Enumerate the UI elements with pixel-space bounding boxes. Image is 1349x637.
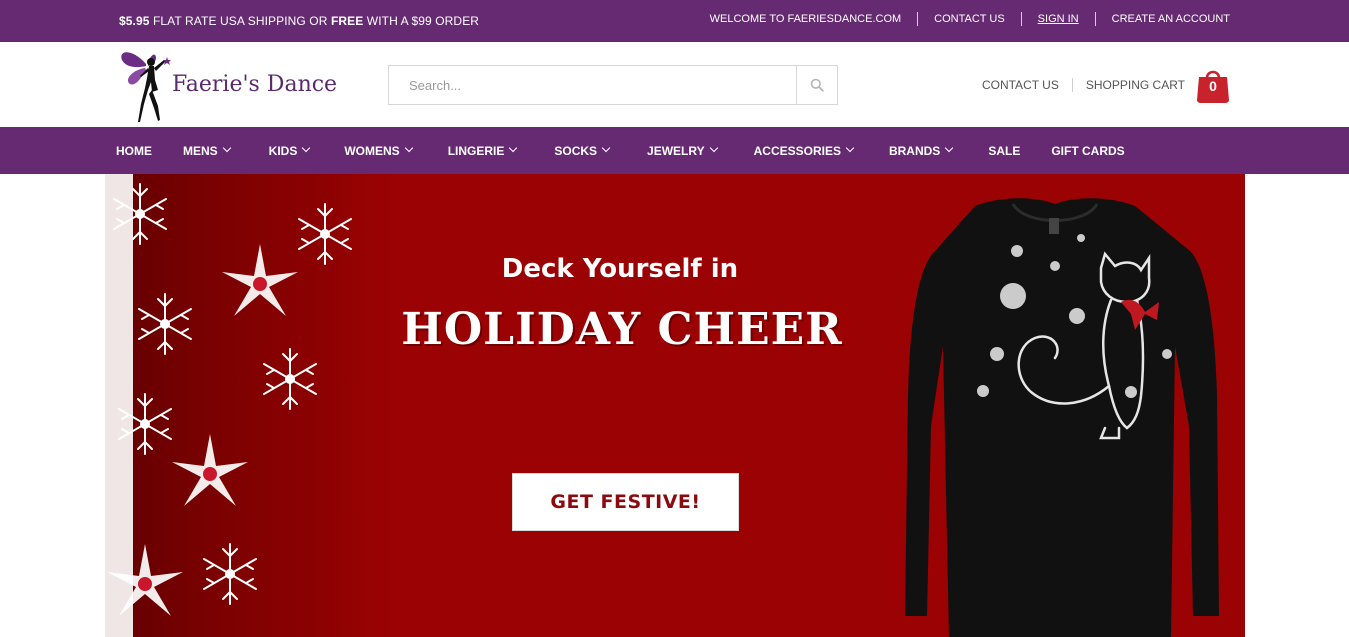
promo-text-2: WITH A $99 ORDER	[363, 14, 480, 28]
create-account-link[interactable]: CREATE AN ACCOUNT	[1096, 12, 1230, 26]
site-header: Faerie's Dance CONTACT US SHOPPING CART …	[0, 42, 1349, 127]
chevron-down-icon	[945, 143, 954, 152]
nav-item-womens[interactable]: WOMENS	[344, 143, 413, 158]
nav-label: HOME	[116, 143, 152, 158]
nav-label: SALE	[988, 143, 1021, 158]
promo-free: FREE	[330, 14, 364, 28]
site-logo[interactable]: Faerie's Dance	[118, 46, 337, 124]
nav-label: GIFT CARDS	[1051, 143, 1125, 158]
welcome-text: WELCOME TO FAERIESDANCE.COM	[709, 13, 902, 25]
cart-count: 0	[1209, 78, 1217, 94]
nav-item-jewelry[interactable]: JEWELRY	[647, 143, 718, 158]
nav-label: WOMENS	[344, 143, 400, 158]
hero-headline-large: HOLIDAY CHEER	[401, 304, 843, 355]
chevron-down-icon	[709, 143, 718, 152]
nav-item-accessories[interactable]: ACCESSORIES	[753, 143, 855, 158]
nav-item-sale[interactable]: SALE	[988, 144, 1020, 158]
hero-headline: Deck Yourself in	[501, 254, 739, 284]
header-contact-link[interactable]: CONTACT US	[982, 78, 1072, 92]
chevron-down-icon	[404, 143, 413, 152]
chevron-down-icon	[509, 143, 518, 152]
search-icon	[810, 78, 824, 92]
search-bar	[388, 65, 838, 105]
fairy-logo-icon	[121, 52, 171, 122]
search-input[interactable]	[389, 66, 797, 104]
nav-item-gift-cards[interactable]: GIFT CARDS	[1051, 144, 1124, 158]
chevron-down-icon	[845, 143, 855, 152]
nav-item-lingerie[interactable]: LINGERIE	[447, 143, 518, 158]
nav-label: ACCESSORIES	[753, 143, 841, 158]
promo-price: $5.95	[119, 14, 150, 28]
top-links: WELCOME TO FAERIESDANCE.COM CONTACT US S…	[694, 12, 1230, 26]
nav-item-kids[interactable]: KIDS	[268, 143, 311, 158]
hero-banner[interactable]: Deck Yourself in HOLIDAY CHEER GET FESTI…	[105, 174, 1245, 637]
main-nav: HOME MENS KIDS WOMENS LINGERIE SOCKS JEW…	[0, 127, 1349, 174]
nav-label: BRANDS	[888, 143, 941, 158]
top-contact-link[interactable]: CONTACT US	[918, 12, 1021, 26]
nav-label: LINGERIE	[447, 143, 505, 158]
nav-label: SOCKS	[554, 143, 598, 158]
nav-item-socks[interactable]: SOCKS	[554, 143, 611, 158]
sign-in-link[interactable]: SIGN IN	[1022, 12, 1095, 26]
nav-item-brands[interactable]: BRANDS	[888, 143, 954, 158]
chevron-down-icon	[601, 143, 611, 152]
chevron-down-icon	[302, 143, 311, 152]
header-links: CONTACT US SHOPPING CART 0	[982, 66, 1230, 104]
nav-label: KIDS	[268, 143, 298, 158]
nav-item-mens[interactable]: MENS	[183, 143, 231, 158]
search-button[interactable]	[796, 66, 837, 104]
nav-list: HOME MENS KIDS WOMENS LINGERIE SOCKS JEW…	[116, 127, 1125, 174]
nav-label: JEWELRY	[647, 143, 705, 158]
nav-label: MENS	[183, 143, 218, 158]
cart-button[interactable]: 0	[1196, 66, 1230, 104]
logo-text: Faerie's Dance	[172, 72, 338, 97]
top-strip: $5.95 FLAT RATE USA SHIPPING OR FREE WIT…	[0, 0, 1349, 42]
nav-item-home[interactable]: HOME	[116, 144, 152, 158]
snowflake-decoration	[105, 174, 405, 637]
promo-text: FLAT RATE USA SHIPPING OR	[149, 14, 331, 28]
get-festive-button[interactable]: GET FESTIVE!	[512, 473, 739, 531]
holiday-shirt-image	[905, 198, 1219, 637]
shipping-promo: $5.95 FLAT RATE USA SHIPPING OR FREE WIT…	[119, 14, 479, 28]
shopping-cart-link[interactable]: SHOPPING CART	[1073, 78, 1198, 92]
chevron-down-icon	[222, 143, 231, 152]
